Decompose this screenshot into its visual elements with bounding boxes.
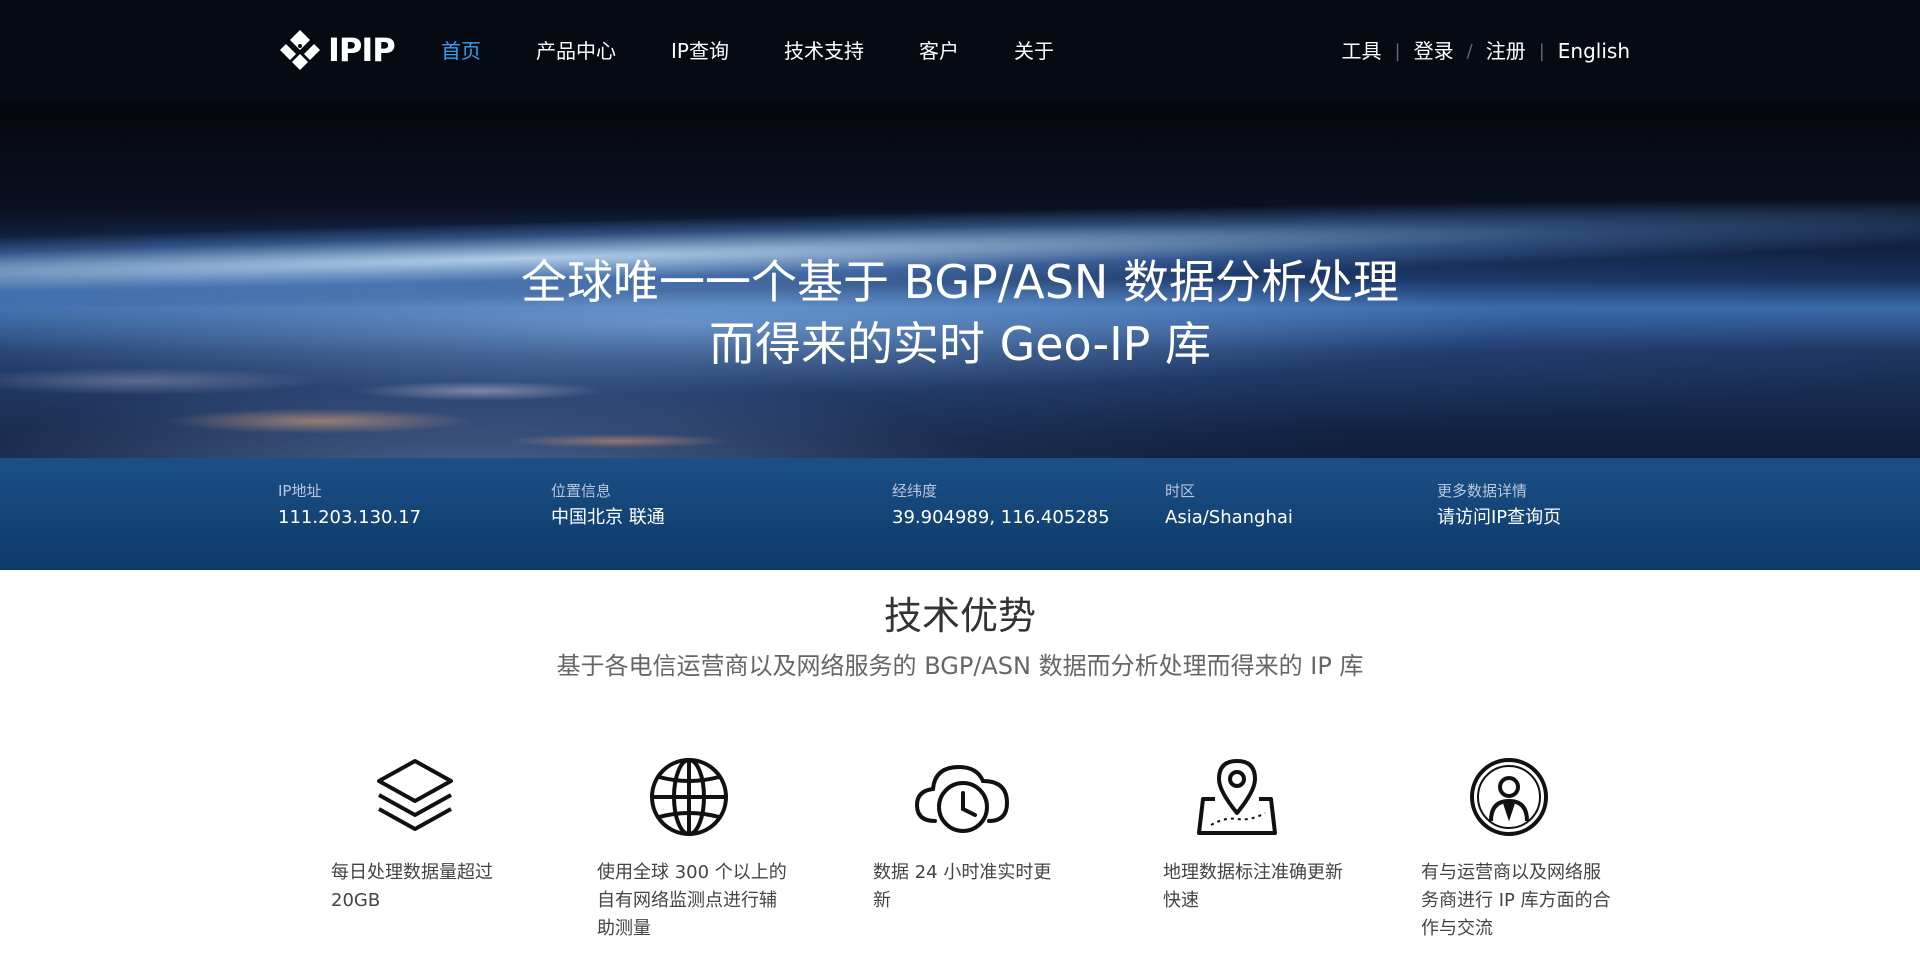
- nav-about[interactable]: 关于: [1014, 35, 1054, 67]
- info-coords-value: 39.904989, 116.405285: [892, 507, 1110, 528]
- feature-text: 每日处理数据量超过 20GB: [331, 862, 493, 911]
- top-header: IPIP 首页 产品中心 IP查询 技术支持 客户 关于 工具 | 登录 / 注…: [0, 0, 1920, 101]
- info-location: 位置信息 中国北京 联通: [551, 480, 665, 532]
- cloud-clock-icon: [913, 755, 1013, 844]
- info-more-label: 更多数据详情: [1437, 482, 1528, 500]
- layers-icon: [373, 755, 457, 844]
- info-more-value: 请访问IP查询页: [1437, 504, 1561, 532]
- register-link[interactable]: 注册: [1486, 35, 1526, 67]
- nav-tech-support[interactable]: 技术支持: [784, 35, 864, 67]
- nav-ip-lookup[interactable]: IP查询: [671, 35, 729, 67]
- header-right-links: 工具 | 登录 / 注册 | English: [1342, 35, 1630, 67]
- separator: /: [1466, 40, 1473, 62]
- nav-home[interactable]: 首页: [441, 35, 481, 67]
- main-nav: 首页 产品中心 IP查询 技术支持 客户 关于: [441, 35, 1054, 67]
- separator: |: [1394, 40, 1401, 62]
- info-timezone: 时区 Asia/Shanghai: [1165, 480, 1293, 532]
- login-link[interactable]: 登录: [1414, 35, 1454, 67]
- info-ip: IP地址 111.203.130.17: [278, 480, 421, 532]
- english-link[interactable]: English: [1558, 35, 1630, 67]
- feature-text: 数据 24 小时准实时更新: [873, 862, 1052, 911]
- feature-text: 有与运营商以及网络服务商进行 IP 库方面的合作与交流: [1421, 862, 1611, 939]
- info-timezone-value: Asia/Shanghai: [1165, 507, 1293, 528]
- info-location-value: 中国北京 联通: [551, 507, 665, 528]
- logo-link[interactable]: IPIP: [278, 28, 396, 72]
- separator: |: [1538, 40, 1545, 62]
- info-more: 更多数据详情 请访问IP查询页: [1437, 480, 1561, 532]
- logo-text: IPIP: [328, 31, 396, 69]
- hero-banner: 全球唯一一个基于 BGP/ASN 数据分析处理 而得来的实时 Geo-IP 库: [0, 101, 1920, 458]
- info-ip-label: IP地址: [278, 482, 322, 500]
- hero-title-line2: 而得来的实时 Geo-IP 库: [708, 317, 1212, 371]
- map-pin-icon: [1195, 755, 1279, 844]
- tools-link[interactable]: 工具: [1342, 35, 1382, 67]
- user-badge-icon: [1467, 755, 1551, 844]
- section-subtitle: 基于各电信运营商以及网络服务的 BGP/ASN 数据而分析处理而得来的 IP 库: [556, 652, 1364, 680]
- nav-customers[interactable]: 客户: [919, 35, 959, 67]
- hero-title: 全球唯一一个基于 BGP/ASN 数据分析处理 而得来的实时 Geo-IP 库: [0, 251, 1920, 375]
- info-coords: 经纬度 39.904989, 116.405285: [892, 480, 1110, 532]
- ip-lookup-page-link[interactable]: 请访问IP查询页: [1437, 507, 1561, 528]
- globe-icon: [647, 755, 731, 844]
- hero-title-line1: 全球唯一一个基于 BGP/ASN 数据分析处理: [521, 255, 1399, 309]
- feature-text: 地理数据标注准确更新快速: [1163, 862, 1343, 911]
- info-location-label: 位置信息: [551, 482, 612, 500]
- nav-products[interactable]: 产品中心: [536, 35, 616, 67]
- ipip-logo-icon: [280, 30, 320, 70]
- ip-info-bar: IP地址 111.203.130.17 位置信息 中国北京 联通 经纬度 39.…: [0, 458, 1920, 570]
- feature-text: 使用全球 300 个以上的自有网络监测点进行辅助测量: [597, 862, 787, 939]
- info-timezone-label: 时区: [1165, 482, 1196, 500]
- info-ip-value: 111.203.130.17: [278, 507, 422, 528]
- section-title: 技术优势: [883, 594, 1036, 638]
- info-coords-label: 经纬度: [892, 482, 938, 500]
